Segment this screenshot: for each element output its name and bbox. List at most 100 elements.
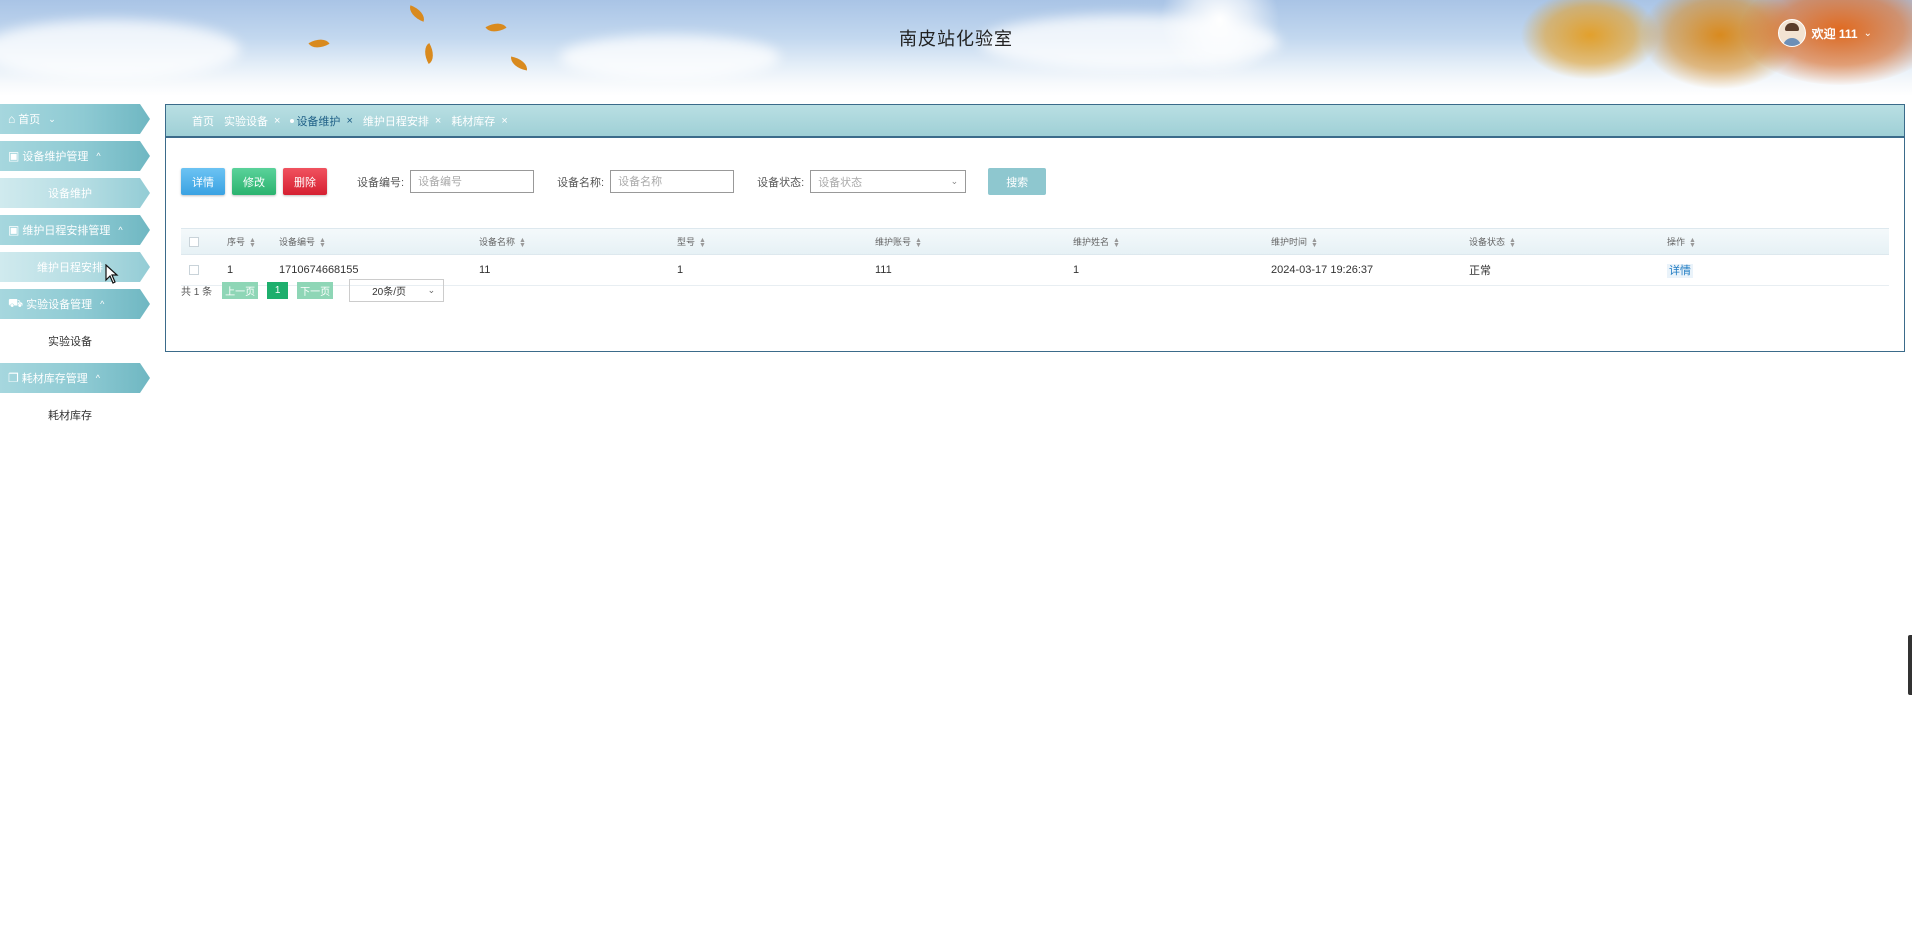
scrollbar-handle[interactable] (1908, 635, 1912, 695)
sidebar-item-home[interactable]: ⌂ 首页 ⌄ (0, 104, 150, 134)
sidebar-item-lab-equipment[interactable]: 实验设备 (0, 326, 150, 356)
detail-button[interactable]: 详情 (181, 168, 225, 195)
select-all-cell[interactable] (181, 228, 219, 255)
sidebar-item-label: 设备维护 (48, 188, 92, 200)
select-all-checkbox[interactable] (189, 236, 199, 247)
sort-icon[interactable]: ▲ ▼ (1689, 237, 1696, 249)
column-header[interactable]: 型号 ▲ ▼ (669, 228, 867, 255)
sidebar-group-inventory[interactable]: ❐ 耗材库存管理 ^ (0, 363, 150, 393)
chevron-down-icon: ⌄ (427, 285, 436, 295)
device-status-select[interactable]: 设备状态 ⌄ (810, 170, 967, 193)
column-header[interactable]: 操作 ▲ ▼ (1659, 228, 1889, 255)
avatar[interactable] (1777, 19, 1806, 47)
sort-icon[interactable]: ▲ ▼ (519, 237, 526, 249)
edit-button[interactable]: 修改 (232, 168, 276, 195)
close-icon[interactable]: × (435, 115, 441, 127)
sidebar-item-inventory[interactable]: 耗材库存 (0, 400, 150, 430)
tab-home[interactable]: 首页 (192, 113, 214, 129)
tab-label[interactable]: 首页 (192, 113, 214, 129)
sidebar: ⌂ 首页 ⌄ ▣ 设备维护管理 ^ 设备维护 ▣ 维护日程安排管理 ^ 维护日程… (0, 104, 150, 437)
sidebar-item-label: 实验设备管理 (26, 299, 93, 311)
table-header-row: 序号 ▲ ▼ 设备编号 ▲ ▼ 设备名称 ▲ ▼ 型号 ▲ ▼ 维护账号 ▲ ▼ 维护姓名 ▲ ▼ 维护… (181, 228, 1889, 255)
table-cell: 1 (669, 254, 867, 286)
sidebar-item-schedule[interactable]: 维护日程安排 (0, 252, 150, 282)
column-header[interactable]: 设备状态 ▲ ▼ (1461, 228, 1659, 255)
table-cell: 2024-03-17 19:26:37 (1263, 254, 1461, 286)
device-name-input[interactable] (610, 170, 735, 193)
chevron-down-icon: ⌄ (48, 113, 56, 124)
welcome-text[interactable]: 欢迎 111 (1812, 25, 1858, 42)
prev-page-button[interactable]: 上一页 (222, 282, 259, 299)
tab-label[interactable]: 耗材库存 (451, 113, 495, 129)
pagination: 共 1 条 上一页 1 下一页 20条/页 ⌄ (181, 279, 445, 302)
column-header[interactable]: 序号 ▲ ▼ (219, 228, 271, 255)
next-page-button[interactable]: 下一页 (297, 282, 334, 299)
data-table: 序号 ▲ ▼ 设备编号 ▲ ▼ 设备名称 ▲ ▼ 型号 ▲ ▼ 维护账号 ▲ ▼ 维护姓名 ▲ ▼ 维护… (181, 228, 1889, 286)
search-button[interactable]: 搜索 (988, 168, 1047, 195)
device-no-input[interactable] (410, 170, 535, 193)
close-icon[interactable]: × (501, 115, 507, 127)
tab-label[interactable]: 维护日程安排 (363, 113, 429, 129)
column-header[interactable]: 维护姓名 ▲ ▼ (1065, 228, 1263, 255)
total-count: 共 1 条 (181, 287, 213, 298)
chevron-up-icon: ^ (96, 151, 101, 161)
column-header[interactable]: 设备编号 ▲ ▼ (271, 228, 471, 255)
car-icon: ⛟ (8, 296, 24, 310)
sort-icon[interactable]: ▲ ▼ (915, 237, 922, 249)
tab-lab-equipment[interactable]: 实验设备 × (224, 113, 280, 129)
sidebar-group-lab-equipment[interactable]: ⛟ 实验设备管理 ^ (0, 289, 150, 319)
sidebar-group-schedule[interactable]: ▣ 维护日程安排管理 ^ (0, 215, 150, 245)
sort-icon[interactable]: ▲ ▼ (249, 237, 256, 249)
apps-icon: ▣ (8, 223, 20, 237)
tab-label[interactable]: 设备维护 (296, 113, 340, 129)
tab-device-maintenance[interactable]: 设备维护 × (290, 113, 353, 129)
tab-label[interactable]: 实验设备 (224, 113, 268, 129)
sort-icon[interactable]: ▲ ▼ (699, 237, 706, 249)
sidebar-item-label: 实验设备 (48, 336, 92, 348)
select-placeholder: 设备状态 (818, 176, 863, 189)
sort-icon[interactable]: ▲ ▼ (1509, 237, 1516, 249)
active-dot-icon (290, 118, 295, 123)
table-cell: 正常 (1461, 254, 1659, 286)
main-panel: 首页 实验设备 × 设备维护 × 维护日程安排 × 耗材库存 × 详情 修改 删… (165, 104, 1905, 352)
tab-schedule[interactable]: 维护日程安排 × (363, 113, 441, 129)
row-checkbox[interactable] (189, 265, 199, 275)
toolbar: 详情 修改 删除 设备编号: 设备名称: 设备状态: 设备状态 ⌄ 搜索 (181, 168, 1047, 195)
chevron-up-icon: ^ (95, 373, 100, 383)
home-icon: ⌂ (8, 112, 16, 126)
sidebar-item-label: 维护日程安排管理 (22, 225, 111, 237)
close-icon[interactable]: × (274, 115, 280, 127)
header-banner: 南皮站化验室 欢迎 111 ⌄ (0, 0, 1912, 96)
leaf-decoration (509, 56, 529, 71)
copy-icon: ❐ (8, 371, 19, 385)
close-icon[interactable]: × (346, 115, 352, 127)
page-number-current[interactable]: 1 (267, 282, 289, 299)
apps-icon: ▣ (8, 149, 20, 163)
tab-bar: 首页 实验设备 × 设备维护 × 维护日程安排 × 耗材库存 × (166, 105, 1904, 138)
sort-icon[interactable]: ▲ ▼ (1311, 237, 1318, 249)
page-size-select[interactable]: 20条/页 ⌄ (349, 279, 445, 302)
chevron-up-icon: ^ (100, 299, 105, 309)
column-header[interactable]: 设备名称 ▲ ▼ (471, 228, 669, 255)
sort-icon[interactable]: ▲ ▼ (319, 237, 326, 249)
device-status-label: 设备状态: (757, 176, 805, 189)
device-name-label: 设备名称: (557, 176, 605, 189)
sidebar-item-label: 首页 (18, 114, 41, 126)
table-cell: 1 (1065, 254, 1263, 286)
mouse-cursor-icon (105, 264, 119, 284)
user-menu[interactable]: 欢迎 111 ⌄ (1777, 19, 1872, 47)
column-header[interactable]: 维护账号 ▲ ▼ (867, 228, 1065, 255)
delete-button[interactable]: 删除 (283, 168, 327, 195)
chevron-up-icon: ^ (118, 225, 123, 235)
sort-icon[interactable]: ▲ ▼ (1113, 237, 1120, 249)
sidebar-item-label: 耗材库存 (48, 410, 92, 422)
sidebar-group-device-maintenance[interactable]: ▣ 设备维护管理 ^ (0, 141, 150, 171)
page-size-value: 20条/页 (372, 287, 407, 298)
sidebar-item-label: 耗材库存管理 (21, 373, 88, 385)
column-header[interactable]: 维护时间 ▲ ▼ (1263, 228, 1461, 255)
sidebar-item-device-maintenance[interactable]: 设备维护 (0, 178, 150, 208)
site-title: 南皮站化验室 (899, 29, 1013, 49)
chevron-down-icon[interactable]: ⌄ (1864, 28, 1872, 39)
tab-inventory[interactable]: 耗材库存 × (451, 113, 507, 129)
row-detail-link[interactable]: 详情 (1667, 264, 1693, 278)
